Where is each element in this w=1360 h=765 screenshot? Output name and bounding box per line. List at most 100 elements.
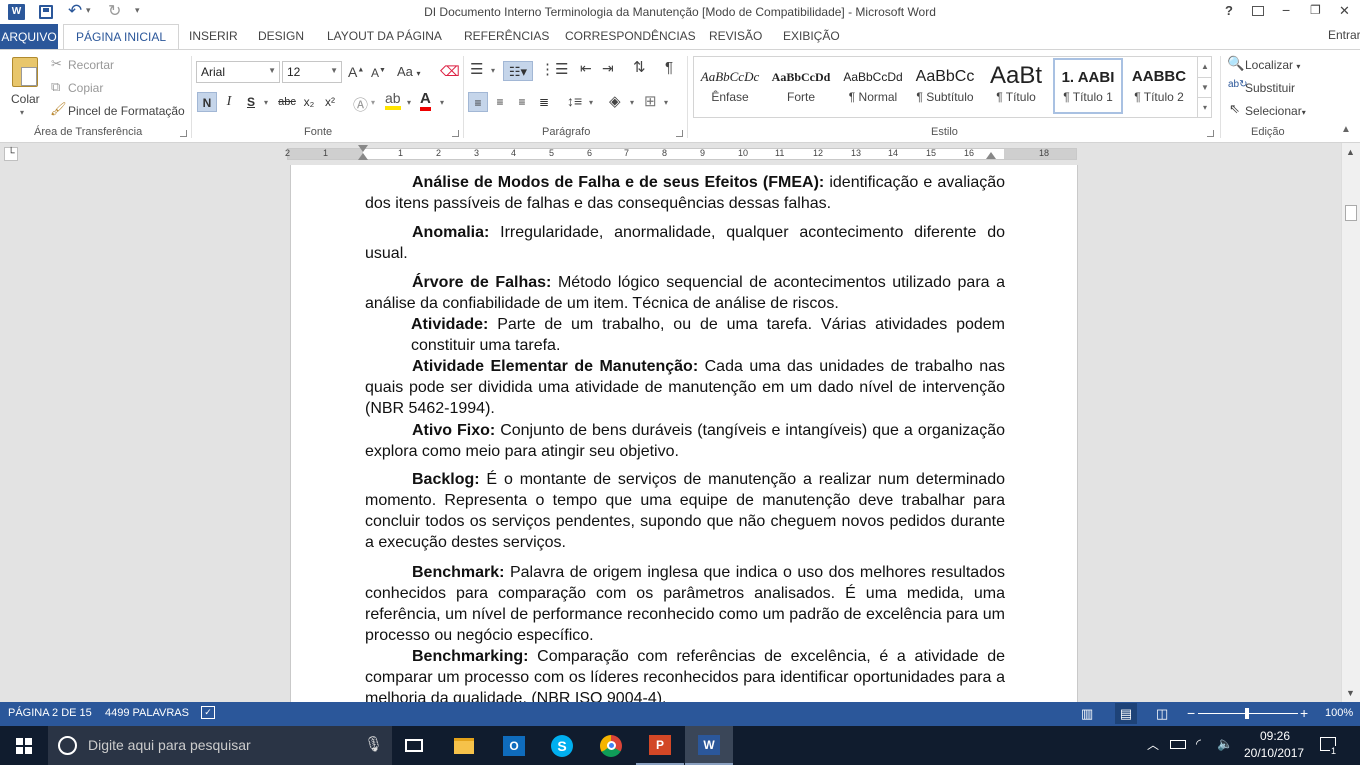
hanging-indent-marker[interactable] [358,153,368,160]
format-painter-button[interactable]: Pincel de Formatação [68,104,185,118]
cut-icon[interactable]: ✂ [51,56,62,72]
show-hide-marks-icon[interactable]: ¶ [665,59,673,76]
numbering-icon[interactable]: ☷▾ [503,61,533,81]
find-button[interactable]: Localizar ▾ [1245,58,1300,72]
text-effects-icon[interactable]: Ⓐ [353,94,368,115]
chrome-icon[interactable] [587,726,635,765]
network-icon[interactable]: ◜ [1196,736,1201,752]
glossary-entry[interactable]: Benchmark: Palavra de origem inglesa que… [365,562,1005,646]
subscript-button[interactable]: x₂ [299,92,319,112]
copy-button[interactable]: Copiar [68,81,103,95]
restore-button[interactable]: ❐ [1310,3,1321,17]
right-indent-marker[interactable] [986,152,996,159]
document-page[interactable]: Análise de Modos de Falha e de seus Efei… [290,165,1078,702]
ribbon-display-options-icon[interactable] [1252,6,1264,16]
strikethrough-button[interactable]: abc [275,92,299,112]
tab-correspondencias[interactable]: CORRESPONDÊNCIAS [565,29,696,43]
horizontal-ruler[interactable]: 2 1 1 2 3 4 5 6 7 8 9 10 11 12 13 14 15 16 18 [285,145,1077,160]
battery-icon[interactable] [1170,740,1186,749]
font-color-icon[interactable]: A [420,91,431,111]
help-button[interactable]: ? [1225,3,1233,18]
word-count[interactable]: 4499 PALAVRAS [105,707,189,719]
shading-icon[interactable]: ◈ [609,92,621,110]
clock-date[interactable]: 20/10/2017 [1244,746,1304,760]
glossary-entry[interactable]: Benchmarking: Comparação com referências… [365,646,1005,702]
change-case-button[interactable]: Aa ▾ [397,64,421,79]
copy-icon[interactable]: ⧉ [51,79,60,95]
tab-layout-da-pagina[interactable]: LAYOUT DA PÁGINA [327,29,442,43]
style-enfase[interactable]: AaBbCcDc Ênfase [695,60,765,112]
glossary-entry[interactable]: Anomalia: Irregularidade, anormalidade, … [365,222,1005,264]
glossary-entry[interactable]: Atividade: Parte de um trabalho, ou de u… [411,314,1005,356]
tab-exibicao[interactable]: EXIBIÇÃO [783,29,840,43]
tab-revisao[interactable]: REVISÃO [709,29,762,43]
paragraph-dialog-launcher-icon[interactable] [676,130,683,137]
tab-inserir[interactable]: INSERIR [189,29,238,43]
close-button[interactable]: ✕ [1339,3,1350,19]
file-explorer-icon[interactable] [440,726,488,765]
format-painter-icon[interactable]: 🖌 [50,101,67,117]
align-left-icon[interactable]: ≡ [468,92,488,112]
tab-selector[interactable]: └ [4,147,18,161]
scroll-thumb[interactable] [1345,205,1357,221]
collapse-ribbon-icon[interactable]: ▲ [1341,124,1351,135]
glossary-entry[interactable]: Atividade Elementar de Manutenção: Cada … [365,356,1005,419]
styles-scroll-up-icon[interactable]: ▲ [1197,57,1212,77]
glossary-entry[interactable]: Análise de Modos de Falha e de seus Efei… [365,172,1005,214]
styles-scroll-down-icon[interactable]: ▼ [1197,77,1212,97]
style-titulo[interactable]: AaBt ¶ Título [981,60,1051,112]
paste-dropdown-icon[interactable]: ▾ [20,108,24,117]
line-spacing-icon[interactable]: ↕≡ [567,93,582,109]
multilevel-list-icon[interactable]: ⋮☰ [540,60,568,78]
save-icon[interactable] [39,5,53,19]
tab-referencias[interactable]: REFERÊNCIAS [464,29,549,43]
proofing-icon[interactable]: ✓ [201,706,215,719]
justify-icon[interactable]: ≣ [534,92,554,112]
undo-dropdown-icon[interactable]: ▾ [86,5,91,16]
word-taskbar-icon[interactable]: W [685,726,733,765]
style-normal[interactable]: AaBbCcDd ¶ Normal [838,60,908,112]
borders-icon[interactable]: ⊞ [644,92,657,110]
increase-indent-icon[interactable]: ⇥ [602,60,614,77]
glossary-entry[interactable]: Backlog: É o montante de serviços de man… [365,469,1005,553]
read-mode-icon[interactable]: ▥ [1081,706,1093,722]
zoom-out-button[interactable]: − [1187,705,1195,721]
superscript-button[interactable]: x² [320,92,340,112]
text-effects-dropdown-icon[interactable]: ▾ [371,98,375,107]
highlight-color-icon[interactable]: ab [385,91,401,110]
zoom-in-button[interactable]: + [1300,705,1308,721]
styles-dialog-launcher-icon[interactable] [1207,130,1214,137]
task-view-icon[interactable] [390,726,438,765]
bold-button[interactable]: N [197,92,217,112]
skype-icon[interactable]: S [538,726,586,765]
outlook-icon[interactable]: O [490,726,538,765]
zoom-level[interactable]: 100% [1325,707,1353,719]
microphone-icon[interactable]: 🎙 [364,735,383,753]
find-icon[interactable]: 🔍 [1227,55,1244,72]
customize-qat-icon[interactable]: ▾ [135,5,140,16]
undo-icon[interactable]: ↶ [68,1,82,21]
style-forte[interactable]: AaBbCcDd Forte [766,60,836,112]
font-color-dropdown-icon[interactable]: ▾ [440,98,444,107]
windows-start-icon[interactable] [0,726,48,765]
scroll-down-icon[interactable]: ▼ [1346,688,1355,698]
font-name-combo[interactable]: Arial ▼ [196,61,280,83]
tab-design[interactable]: DESIGN [258,29,304,43]
show-hidden-icons-icon[interactable]: ︿ [1147,736,1159,753]
bullets-dropdown-icon[interactable]: ▾ [491,66,495,75]
tab-pagina-inicial[interactable]: PÁGINA INICIAL [63,24,180,51]
align-right-icon[interactable]: ≡ [512,92,532,112]
font-size-combo[interactable]: 12 ▼ [282,61,342,83]
style-titulo-1[interactable]: 1. AABI ¶ Título 1 [1053,58,1123,114]
redo-icon[interactable]: ↻ [108,1,121,21]
align-center-icon[interactable]: ≡ [490,92,510,112]
line-spacing-dropdown-icon[interactable]: ▾ [589,98,593,107]
cut-button[interactable]: Recortar [68,58,114,72]
bullets-icon[interactable]: ☰ [470,60,483,78]
zoom-slider-thumb[interactable] [1245,708,1249,719]
scroll-up-icon[interactable]: ▲ [1346,147,1355,157]
first-line-indent-marker[interactable] [358,145,368,152]
highlight-dropdown-icon[interactable]: ▾ [407,98,411,107]
grow-font-button[interactable]: A▲ [348,64,364,80]
clipboard-dialog-launcher-icon[interactable] [180,130,187,137]
